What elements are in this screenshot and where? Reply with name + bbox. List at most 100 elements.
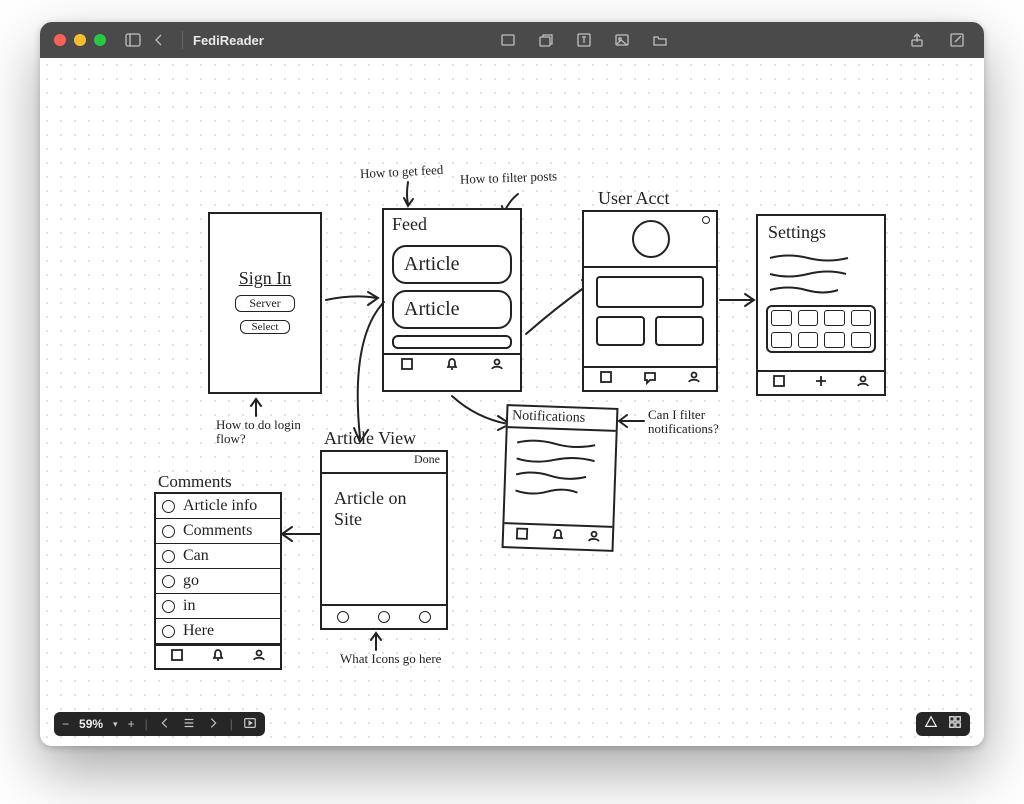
profile-tab-icon[interactable] <box>686 369 702 390</box>
image-icon[interactable] <box>613 31 631 49</box>
comment-text: Comments <box>183 522 252 540</box>
share-icon[interactable] <box>908 31 926 49</box>
avatar-icon <box>162 625 175 638</box>
rectangle-icon[interactable] <box>499 31 517 49</box>
wireframe-comments[interactable]: Article info Comments Can go in Here <box>154 492 282 670</box>
annotation-login-flow: How to do login flow? <box>216 418 326 447</box>
signin-select-button[interactable]: Select <box>240 320 290 334</box>
settings-title: Settings <box>758 216 884 249</box>
bell-tab-icon[interactable] <box>444 356 460 377</box>
settings-dot-icon[interactable] <box>702 216 710 224</box>
avatar-icon <box>162 575 175 588</box>
zoom-dropdown-icon[interactable]: ▾ <box>113 719 118 730</box>
wireframe-article-view[interactable]: Done Article on Site <box>320 450 448 630</box>
feed-card-3[interactable] <box>392 335 512 349</box>
profile-block <box>596 276 704 308</box>
canvas[interactable]: How to get feed How to filter posts User… <box>40 58 984 746</box>
home-tab-icon[interactable] <box>399 356 415 377</box>
color-swatch[interactable] <box>798 332 819 348</box>
next-page-icon[interactable] <box>206 716 220 733</box>
feed-card-1[interactable]: Article <box>392 245 512 284</box>
folder-icon[interactable] <box>651 31 669 49</box>
color-swatch[interactable] <box>798 310 819 326</box>
feed-card-2[interactable]: Article <box>392 290 512 329</box>
comment-row: Article info <box>156 494 280 519</box>
bell-tab-icon[interactable] <box>550 526 567 548</box>
signin-server-field[interactable]: Server <box>235 295 295 312</box>
home-tab-icon[interactable] <box>598 369 614 390</box>
outline-icon[interactable] <box>924 715 938 734</box>
sidebar-toggle-icon[interactable] <box>124 31 142 49</box>
feed-tabbar <box>384 353 520 377</box>
profile-tab-icon[interactable] <box>586 527 603 549</box>
zoom-icon[interactable] <box>94 34 106 46</box>
present-icon[interactable] <box>243 716 257 733</box>
zoom-in-button[interactable]: + <box>128 717 135 731</box>
zoom-out-button[interactable]: − <box>62 717 69 731</box>
annotation-user-acct: User Acct <box>598 188 669 209</box>
comment-text: go <box>183 572 199 590</box>
color-swatch[interactable] <box>851 332 872 348</box>
pages-list-icon[interactable] <box>182 716 196 733</box>
wireframe-signin[interactable]: Sign In Server Select <box>208 212 322 394</box>
browser-dot-icon[interactable] <box>419 611 431 623</box>
prev-page-icon[interactable] <box>158 716 172 733</box>
wireframe-notifications[interactable]: Notifications <box>502 404 619 552</box>
color-swatch[interactable] <box>771 332 792 348</box>
compose-icon[interactable] <box>948 31 966 49</box>
toolbar-center <box>495 31 673 49</box>
home-tab-icon[interactable] <box>771 373 787 394</box>
annotation-what-icons: What Icons go here <box>340 652 450 666</box>
notif-tabbar <box>504 522 613 550</box>
browser-dot-icon[interactable] <box>378 611 390 623</box>
profile-tab-icon[interactable] <box>855 373 871 394</box>
comment-row: go <box>156 569 280 594</box>
annotation-how-get-feed: How to get feed <box>360 162 444 182</box>
view-toolbar <box>916 712 970 736</box>
comments-label: Comments <box>158 472 232 492</box>
avatar-icon <box>162 550 175 563</box>
zoom-level[interactable]: 59% <box>79 717 103 731</box>
comment-row: in <box>156 594 280 619</box>
color-swatch[interactable] <box>771 310 792 326</box>
wireframe-user-acct[interactable] <box>582 210 718 392</box>
wireframe-settings[interactable]: Settings <box>756 214 886 396</box>
home-tab-icon[interactable] <box>514 525 531 547</box>
minimize-icon[interactable] <box>74 34 86 46</box>
color-swatch[interactable] <box>851 310 872 326</box>
wireframe-feed[interactable]: Feed Article Article <box>382 208 522 392</box>
done-button[interactable]: Done <box>322 452 446 474</box>
shape-icon[interactable] <box>537 31 555 49</box>
back-icon[interactable] <box>150 31 168 49</box>
chat-tab-icon[interactable] <box>642 369 658 390</box>
home-tab-icon[interactable] <box>169 647 185 668</box>
comment-text: Article info <box>183 497 257 515</box>
grid-view-icon[interactable] <box>948 715 962 734</box>
settings-tabbar <box>758 370 884 394</box>
profile-tile-2 <box>655 316 704 346</box>
color-swatch[interactable] <box>824 332 845 348</box>
comment-text: Can <box>183 547 209 565</box>
toolbar-right <box>904 31 970 49</box>
app-window: FediReader How to get feed How to filter… <box>40 22 984 746</box>
comment-row: Can <box>156 544 280 569</box>
avatar-icon <box>632 220 670 258</box>
profile-tab-icon[interactable] <box>489 356 505 377</box>
browser-dot-icon[interactable] <box>337 611 349 623</box>
titlebar-separator <box>182 31 183 49</box>
bell-tab-icon[interactable] <box>210 647 226 668</box>
color-swatch[interactable] <box>824 310 845 326</box>
avatar-icon <box>162 600 175 613</box>
article-view-label: Article View <box>324 428 416 449</box>
comment-text: Here <box>183 622 214 640</box>
comment-text: in <box>183 597 195 615</box>
annotation-filter-notif: Can I filter notifications? <box>648 408 768 437</box>
notifications-title: Notifications <box>508 406 617 432</box>
profile-tab-icon[interactable] <box>251 647 267 668</box>
close-icon[interactable] <box>54 34 66 46</box>
avatar-icon <box>162 525 175 538</box>
plus-tab-icon[interactable] <box>813 373 829 394</box>
text-icon[interactable] <box>575 31 593 49</box>
annotation-how-filter: How to filter posts <box>460 168 558 187</box>
feed-title: Feed <box>384 210 520 239</box>
